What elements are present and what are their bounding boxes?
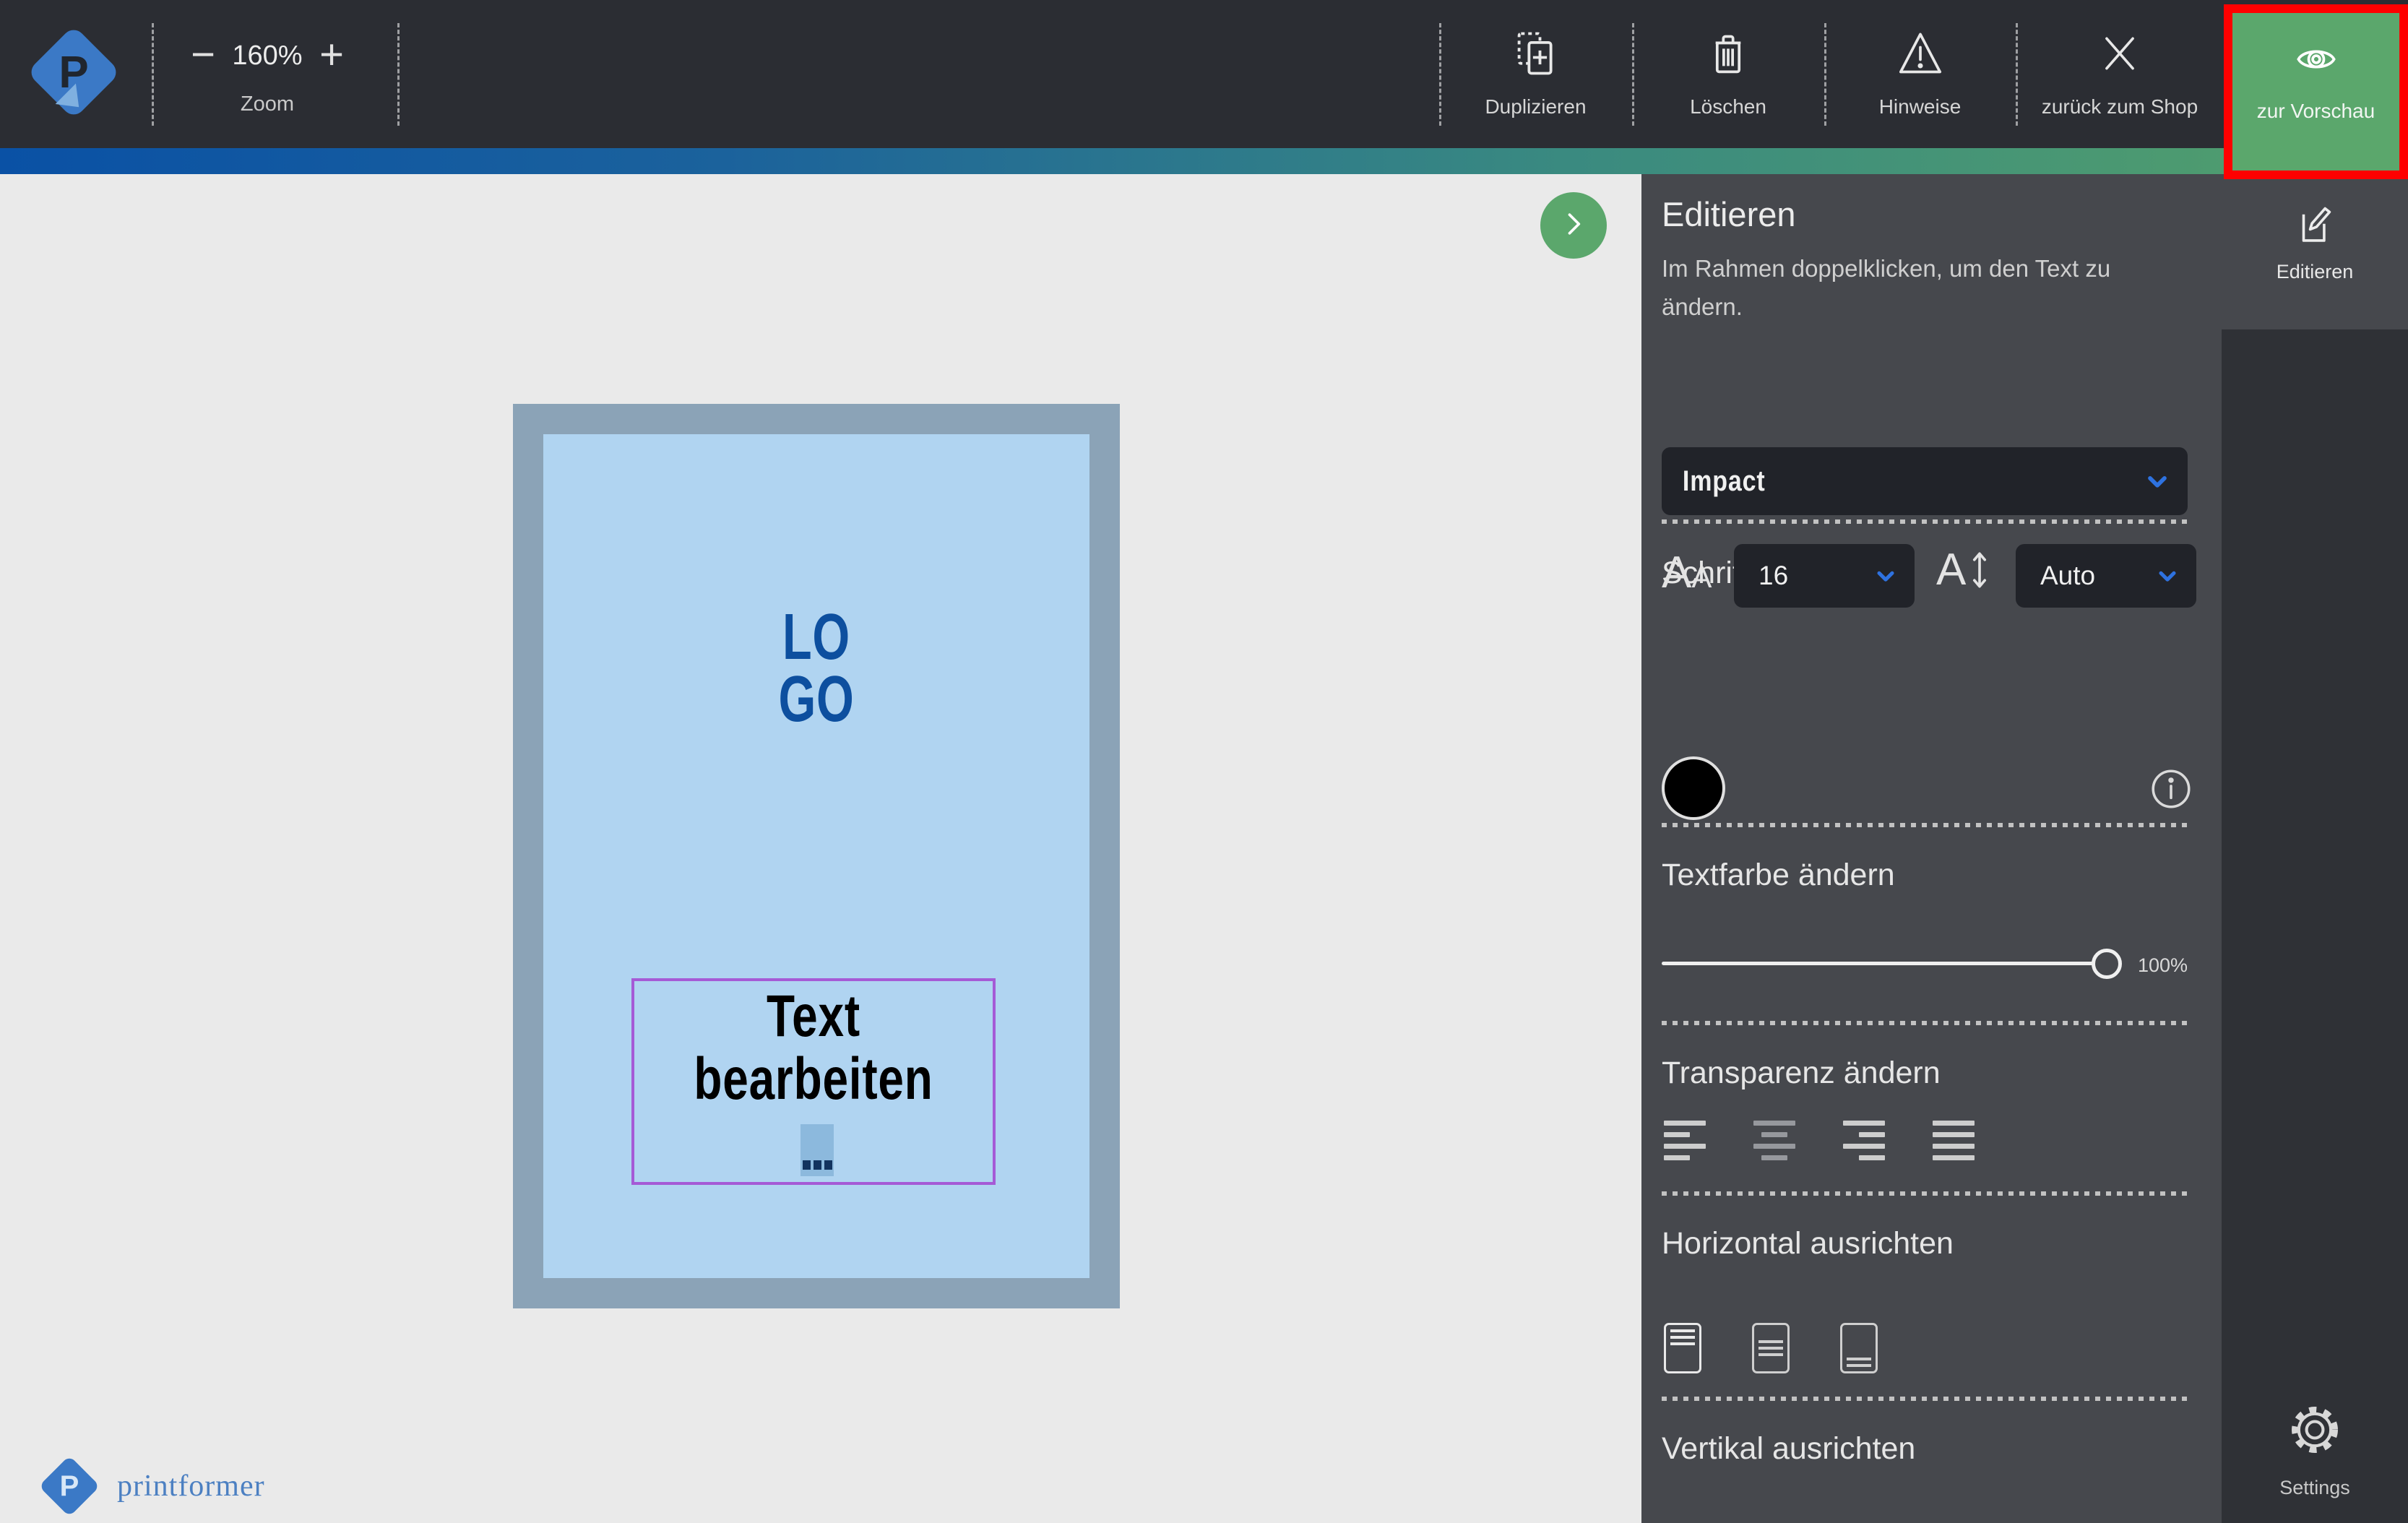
align-justify-icon[interactable] [1933, 1121, 1975, 1160]
opacity-slider-track[interactable] [1662, 962, 2108, 965]
panel-title: Editieren [1662, 194, 1796, 234]
font-family-dropdown[interactable]: Impact [1662, 447, 2188, 515]
text-color-swatch[interactable] [1662, 756, 1725, 820]
gear-icon [2287, 1402, 2342, 1461]
delete-button[interactable]: Löschen [1632, 0, 1824, 148]
font-size-icon: AA [1662, 547, 1712, 598]
preview-button[interactable]: zur Vorschau [2224, 4, 2408, 179]
halign-buttons [1664, 1121, 1975, 1160]
valign-bottom-icon[interactable] [1840, 1323, 1878, 1373]
close-icon [2097, 27, 2142, 79]
valign-heading: Vertikal ausrichten [1662, 1431, 1915, 1467]
line-height-icon: A [1936, 544, 1989, 595]
edit-sidebar: Editieren Im Rahmen doppelklicken, um de… [1641, 174, 2222, 1523]
section-divider [1662, 823, 2188, 827]
duplicate-icon [1512, 27, 1560, 79]
align-left-icon[interactable] [1664, 1121, 1706, 1160]
chevron-right-icon [1558, 208, 1589, 243]
section-divider [1662, 1021, 2188, 1025]
warning-triangle-icon [1896, 27, 1945, 79]
align-right-icon[interactable] [1843, 1121, 1885, 1160]
line-height-value: Auto [2016, 561, 2095, 591]
valign-middle-icon[interactable] [1752, 1323, 1790, 1373]
hints-button[interactable]: Hinweise [1824, 0, 2016, 148]
font-size-dropdown[interactable]: 16 [1734, 544, 1915, 608]
text-overflow-indicator[interactable] [800, 1124, 834, 1176]
artboard[interactable]: LO GO Text bearbeiten [513, 404, 1120, 1308]
valign-buttons [1664, 1323, 1878, 1373]
progress-gradient-bar [0, 148, 2408, 174]
chevron-down-icon [2154, 563, 2180, 589]
tool-rail: Editieren Settings [2222, 174, 2408, 1523]
opacity-heading: Transparenz ändern [1662, 1056, 1941, 1091]
valign-top-icon[interactable] [1664, 1323, 1701, 1373]
back-to-shop-button[interactable]: zurück zum Shop [2016, 0, 2224, 148]
line-height-dropdown[interactable]: Auto [2016, 544, 2196, 608]
canvas-logo-text[interactable]: LO GO [614, 606, 1018, 731]
opacity-value: 100% [2138, 954, 2188, 977]
font-size-value: 16 [1734, 561, 1788, 591]
opacity-slider-handle[interactable] [2092, 949, 2122, 979]
eye-icon [2290, 33, 2343, 85]
section-divider [1662, 519, 2188, 524]
duplicate-button[interactable]: Duplizieren [1439, 0, 1632, 148]
selected-text-frame[interactable]: Text bearbeiten [631, 978, 996, 1185]
zoom-out-button[interactable]: − [178, 29, 228, 79]
top-toolbar: P − 160% + Zoom Duplizieren [0, 0, 2408, 148]
align-center-icon[interactable] [1753, 1121, 1795, 1160]
settings-button[interactable]: Settings [2222, 1402, 2408, 1499]
minus-icon: − [191, 30, 215, 79]
trash-icon [1705, 27, 1751, 79]
design-canvas[interactable]: LO GO Text bearbeiten [0, 174, 1641, 1523]
canvas-edit-text[interactable]: Text bearbeiten [674, 985, 954, 1111]
printformer-editor: P − 160% + Zoom Duplizieren [0, 0, 2408, 1523]
toolbar-divider [152, 23, 154, 126]
tab-editieren[interactable]: Editieren [2222, 174, 2408, 329]
chevron-down-icon [1873, 563, 1899, 589]
edit-pencil-icon [2292, 199, 2337, 251]
zoom-level-value: 160% [223, 40, 312, 72]
printformer-logo-icon: P [40, 1457, 98, 1515]
brand-wordmark: printformer [117, 1469, 265, 1503]
font-family-value: Impact [1662, 465, 1766, 498]
info-icon[interactable] [2147, 765, 2195, 816]
section-divider [1662, 1397, 2188, 1401]
next-step-button[interactable] [1540, 192, 1607, 259]
printformer-footer-brand: P printformer [40, 1457, 265, 1515]
text-color-heading: Textfarbe ändern [1662, 858, 1895, 893]
section-divider [1662, 1191, 2188, 1196]
opacity-slider-row: 100% [1662, 941, 2188, 985]
toolbar-divider [397, 23, 400, 126]
chevron-down-icon [2143, 467, 2172, 496]
plus-icon: + [319, 30, 344, 79]
halign-heading: Horizontal ausrichten [1662, 1226, 1954, 1261]
zoom-label: Zoom [181, 92, 354, 116]
printformer-logo-icon: P [38, 36, 110, 108]
panel-subtitle: Im Rahmen doppelklicken, um den Text zu … [1662, 249, 2131, 327]
zoom-in-button[interactable]: + [306, 29, 357, 79]
